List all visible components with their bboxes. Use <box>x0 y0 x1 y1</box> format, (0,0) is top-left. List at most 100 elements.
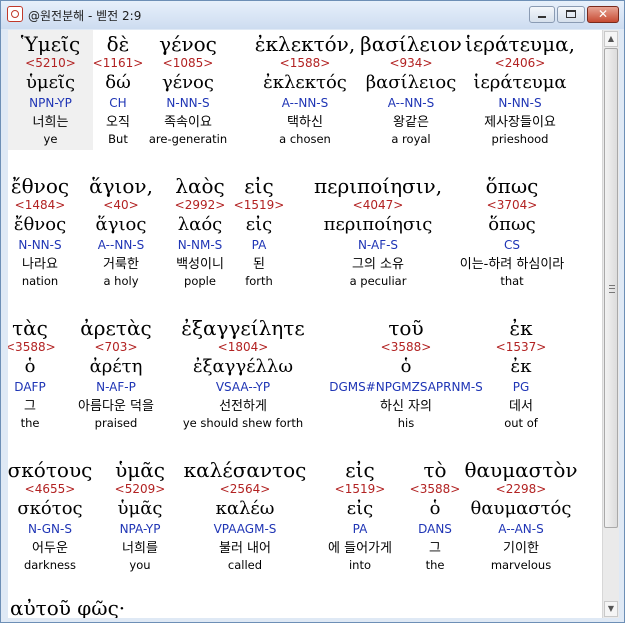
word-cell[interactable]: καλέσαντος <2564> καλέω VPAAGM-S 불러 내어 called <box>175 456 315 576</box>
word-parsing: DAFP <box>14 380 46 394</box>
word-greek: σκότους <box>8 458 93 482</box>
word-cell[interactable]: τὸ <3588> ὁ DANS 그 the <box>405 456 465 576</box>
word-korean: 그 <box>24 399 36 414</box>
word-cell[interactable]: ἔθνος <1484> ἔθνος N-NN-S 나라요 nation <box>8 172 75 292</box>
word-strong: <3704> <box>486 198 538 212</box>
word-parsing: PA <box>251 238 267 252</box>
interlinear-view[interactable]: Ὑμεῖς <5210> ὑμεῖς NPN-YP 너희는 ye δὲ <1161> δώ CH 오… <box>8 30 602 618</box>
word-korean: 선전하게 <box>219 399 267 414</box>
word-greek: καλέσαντος <box>183 458 307 482</box>
word-greek: δὲ <box>106 32 130 56</box>
word-parsing: PG <box>512 380 530 394</box>
word-cell[interactable]: γένος <1085> γένος N-NN-S 족속이요 are-generatin <box>143 30 233 150</box>
word-lexical: ὑμεῖς <box>25 72 76 93</box>
window-title: @원전분해 - 벧전 2:9 <box>28 9 142 23</box>
maximize-button[interactable] <box>557 6 585 23</box>
word-greek: ὅπως <box>485 174 539 198</box>
title-bar[interactable]: @원전분해 - 벧전 2:9 <box>1 1 624 29</box>
word-greek: εἰς <box>244 174 274 198</box>
minimize-button[interactable] <box>529 6 555 23</box>
word-lexical: γένος <box>162 72 214 93</box>
word-lexical: θαυμαστός <box>470 498 572 519</box>
word-cell[interactable]: σκότους <4655> σκότος N-GN-S 어두운 darkness <box>8 456 95 576</box>
word-cell[interactable]: ἱεράτευμα, <2406> ἱεράτευμα N-NN-S 제사장들이요 pri… <box>445 30 595 150</box>
scroll-thumb[interactable] <box>604 48 618 528</box>
word-korean: 오직 <box>106 115 130 130</box>
word-lexical: εἰς <box>346 498 374 519</box>
word-korean: 나라요 <box>22 257 58 272</box>
word-lexical: ὁ <box>429 498 441 519</box>
word-parsing: CS <box>504 238 520 252</box>
vertical-scrollbar[interactable]: ▲ ▼ <box>602 30 619 618</box>
word-english: ye should shew forth <box>182 416 304 430</box>
scroll-up-arrow-icon[interactable]: ▲ <box>604 31 618 47</box>
word-cell[interactable]: δὲ <1161> δώ CH 오직 But <box>88 30 148 150</box>
word-strong: <1519> <box>233 198 285 212</box>
scroll-down-arrow-icon[interactable]: ▼ <box>604 601 618 617</box>
word-strong: <2406> <box>494 56 546 70</box>
word-korean: 너희는 <box>32 115 69 130</box>
word-lexical: λαός <box>177 214 223 235</box>
word-cell[interactable]: τοῦ <3588> ὁ DGMS#NPGMZSAPRNM-S 하신 자의 his <box>306 314 506 434</box>
word-english: the <box>20 416 40 430</box>
word-greek: λαὸς <box>175 174 225 198</box>
word-strong: <5209> <box>114 482 166 496</box>
word-korean: 이는-하려 하심이라 <box>459 257 565 272</box>
word-parsing: VSAA--YP <box>215 380 271 394</box>
word-english: out of <box>504 416 538 430</box>
word-cell[interactable]: ὑμᾶς <5209> ὑμᾶς NPA-YP 너희를 you <box>100 456 180 576</box>
word-greek: θαυμαστὸν <box>464 458 578 482</box>
word-english: a holy <box>103 274 139 288</box>
word-parsing: N-AF-P <box>96 380 136 394</box>
word-strong: <3588> <box>409 482 461 496</box>
close-button[interactable] <box>587 6 619 23</box>
word-cell[interactable]: ἐκ <1537> ἐκ PG 데서 out of <box>481 314 561 434</box>
word-lexical: ὑμᾶς <box>117 498 163 519</box>
word-cell[interactable]: ἐξαγγείλητε <1804> ἐξαγγέλλω VSAA--YP 선전하게 ye… <box>163 314 323 434</box>
word-english: are-generatin <box>148 132 228 146</box>
partial-next-line: αὐτοῦ φῶς· <box>10 596 126 618</box>
app-window: @원전분해 - 벧전 2:9 Ὑμεῖς<5210> ὑμεῖς NPN-YP 너희는… <box>0 0 625 623</box>
word-korean: 너희를 <box>122 541 158 556</box>
word-greek: εἰς <box>345 458 375 482</box>
word-lexical: ἅγιος <box>95 214 147 235</box>
word-parsing: N-NN-S <box>498 96 542 110</box>
word-lexical: ἐξαγγέλλω <box>192 356 294 377</box>
word-lexical: ἀρέτη <box>89 356 143 377</box>
word-greek: γένος <box>159 32 217 56</box>
word-lexical: ὅπως <box>488 214 536 235</box>
word-korean: 불러 내어 <box>219 541 271 556</box>
word-cell[interactable]: εἰς <1519> εἰς PA 된 forth <box>229 172 289 292</box>
word-english: that <box>500 274 524 288</box>
app-icon[interactable] <box>7 6 23 22</box>
word-cell[interactable]: Ὑμεῖς <5210> ὑμεῖς NPN-YP 너희는 ye <box>8 30 93 150</box>
word-cell[interactable]: ἅγιον, <40> ἅγιος A--NN-S 거룩한 a holy <box>81 172 161 292</box>
word-cell[interactable]: θαυμαστὸν <2298> θαυμαστός A--AN-S 기이한 marvel… <box>461 456 581 576</box>
word-strong: <1484> <box>14 198 66 212</box>
word-strong: <1519> <box>334 482 386 496</box>
word-parsing: PA <box>352 522 368 536</box>
word-korean: 된 <box>253 257 265 272</box>
word-cell[interactable]: ἀρετὰς <703> ἀρέτη N-AF-P 아름다운 덕을 praised <box>61 314 171 434</box>
word-parsing: A--NN-S <box>97 238 145 252</box>
word-cell[interactable]: εἰς <1519> εἰς PA 에 들어가게 into <box>310 456 410 576</box>
word-strong: <5210> <box>25 56 76 70</box>
word-strong: <3588> <box>8 340 56 354</box>
word-greek: Ὑμεῖς <box>20 32 81 56</box>
word-cell[interactable]: ὅπως <3704> ὅπως CS 이는-하려 하심이라 that <box>432 172 592 292</box>
word-korean: 아름다운 덕을 <box>78 399 154 414</box>
word-cell[interactable]: τὰς <3588> ὁ DAFP 그 the <box>8 314 56 434</box>
word-korean: 기이한 <box>503 541 539 556</box>
word-parsing: CH <box>109 96 127 110</box>
word-english: forth <box>245 274 273 288</box>
word-korean: 백성이니 <box>176 257 224 272</box>
word-korean: 하신 자의 <box>380 399 432 414</box>
word-parsing: NPA-YP <box>119 522 161 536</box>
word-english: his <box>397 416 415 430</box>
word-parsing: DANS <box>418 522 452 536</box>
word-lexical: καλέω <box>215 498 275 519</box>
word-cell[interactable]: λαὸς <2992> λαός N-NM-S 백성이니 pople <box>160 172 240 292</box>
word-english: into <box>348 558 372 572</box>
word-greek: ἀρετὰς <box>80 316 152 340</box>
word-lexical: εἰς <box>245 214 273 235</box>
